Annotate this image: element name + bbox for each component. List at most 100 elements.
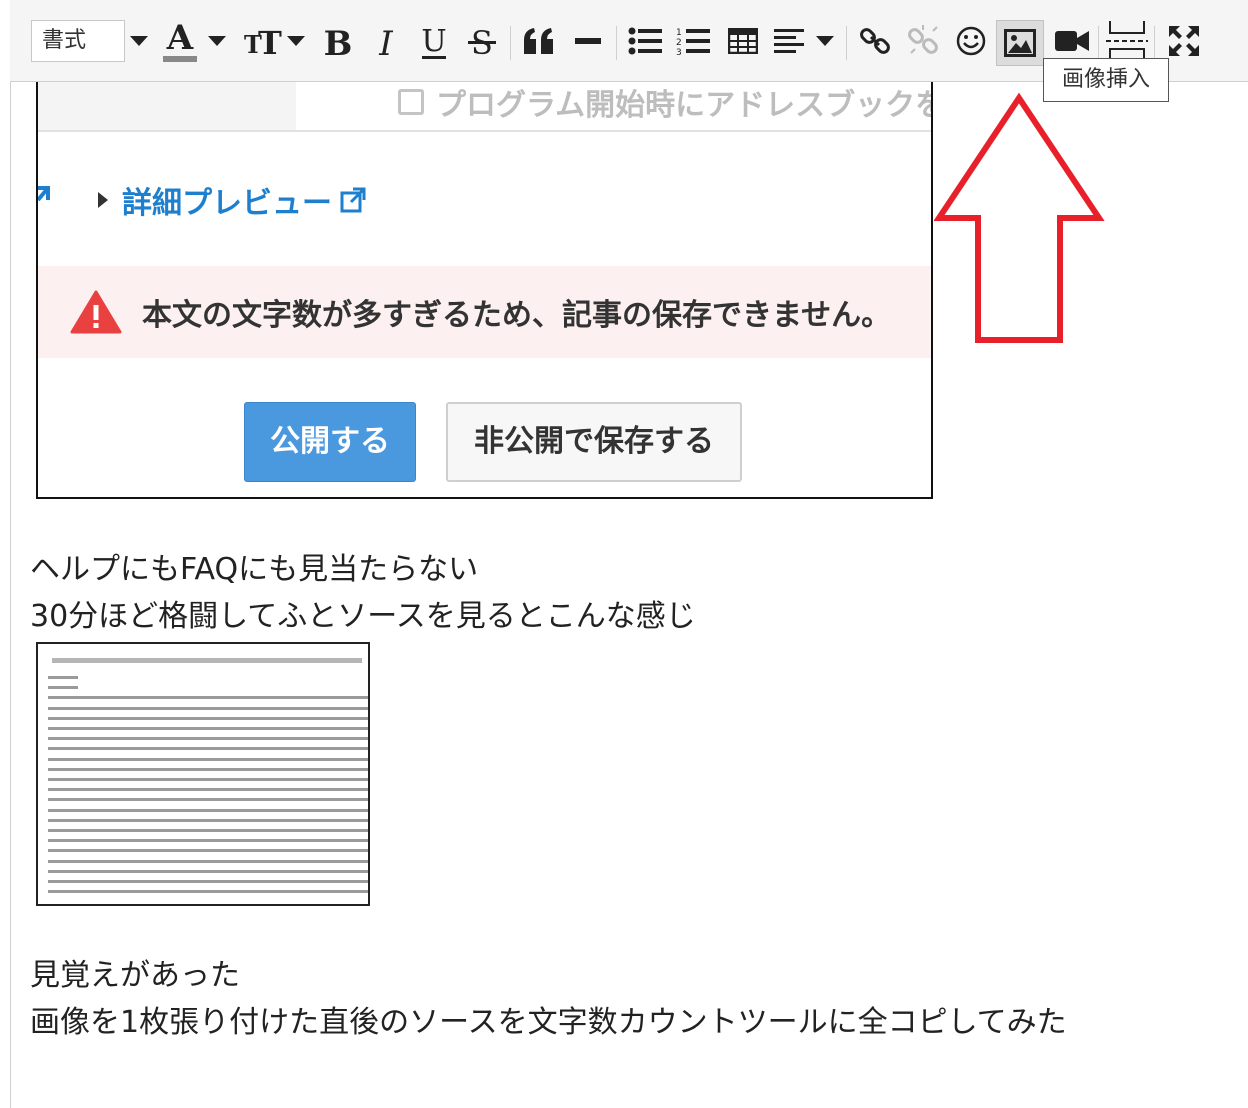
chevron-down-icon — [287, 36, 305, 46]
source-code-line — [48, 706, 368, 710]
numbered-list-icon: 1 2 3 — [676, 28, 710, 56]
source-code-line — [48, 696, 368, 700]
table-button[interactable] — [722, 18, 764, 64]
checkbox-icon — [398, 89, 424, 115]
minus-icon — [575, 38, 601, 44]
body-text-line: ヘルプにもFAQにも見当たらない — [30, 552, 479, 587]
arrow-up-icon — [934, 92, 1105, 343]
chevron-down-icon — [816, 36, 834, 46]
insert-image-button[interactable] — [996, 20, 1044, 66]
error-message: 本文の文字数が多すぎるため、記事の保存できません。 — [142, 298, 892, 333]
underline-icon: U — [421, 24, 447, 59]
toolbar-separator — [510, 26, 511, 60]
strikethrough-icon: S — [468, 24, 496, 61]
bold-icon: B — [324, 24, 353, 61]
align-button[interactable] — [770, 18, 810, 64]
external-link-icon — [38, 186, 50, 202]
body-text-line: 30分ほど格闘してふとソースを見るとこんな感じ — [30, 599, 696, 634]
embedded-screenshot-source-code[interactable] — [36, 642, 370, 906]
source-code-line — [48, 737, 368, 741]
blockquote-button[interactable] — [518, 18, 560, 64]
link-icon — [860, 28, 890, 54]
body-text-line: 画像を1枚張り付けた直後のソースを文字数カウントツールに全コピしてみた — [30, 1005, 1067, 1040]
image-icon — [1004, 29, 1036, 57]
italic-icon: I — [378, 24, 393, 61]
svg-text:I: I — [378, 24, 393, 61]
source-code-line — [48, 716, 368, 720]
source-code-line — [48, 869, 368, 873]
svg-text:B: B — [324, 24, 353, 61]
settings-strip-divider — [38, 130, 931, 132]
font-size-icon: T T — [244, 24, 282, 59]
strikethrough-button[interactable]: S — [462, 18, 502, 64]
font-size-dropdown[interactable] — [284, 18, 308, 64]
detail-preview-link: 詳細プレビュー — [98, 178, 366, 222]
svg-text:U: U — [421, 24, 446, 59]
body-text-line: 見覚えがあった — [30, 958, 240, 993]
detail-preview-label: 詳細プレビュー — [122, 186, 332, 221]
bullet-list-icon — [628, 27, 662, 55]
source-code-line — [52, 658, 362, 663]
fullscreen-icon — [1169, 26, 1199, 56]
error-alert: 本文の文字数が多すぎるため、記事の保存できません。 — [38, 266, 931, 358]
checkbox-label: プログラム開始時にアドレスブックを開 — [436, 88, 933, 123]
underline-button[interactable]: U — [414, 18, 454, 64]
source-code-line — [48, 747, 368, 751]
toolbar-separator — [846, 26, 847, 60]
text-color-dropdown[interactable] — [204, 18, 230, 64]
source-code-line — [48, 676, 78, 679]
settings-strip: プログラム開始時にアドレスブックを開 — [38, 82, 933, 132]
page-break-icon — [1106, 21, 1148, 61]
source-code-line — [48, 727, 368, 730]
source-code-line — [48, 686, 78, 690]
publish-button: 公開する — [244, 402, 416, 482]
toolbar-separator — [1154, 26, 1155, 60]
link-button[interactable] — [854, 18, 896, 64]
chevron-down-icon — [208, 36, 226, 46]
source-code-line — [48, 859, 368, 863]
unlink-button[interactable] — [902, 18, 944, 64]
source-code-line — [48, 818, 368, 822]
svg-text:T: T — [258, 24, 282, 59]
font-size-button[interactable]: T T — [240, 18, 286, 64]
svg-text:3: 3 — [676, 48, 682, 56]
text-color-icon: A — [163, 19, 197, 62]
svg-text:1: 1 — [676, 28, 682, 38]
triangle-right-icon — [98, 192, 108, 208]
toolbar-separator — [1098, 26, 1099, 60]
addressbook-checkbox: プログラム開始時にアドレスブックを開 — [398, 82, 933, 123]
source-code-line — [48, 808, 368, 812]
horizontal-rule-button[interactable] — [568, 18, 608, 64]
smiley-icon — [956, 26, 986, 56]
source-code-line — [48, 890, 368, 894]
quote-icon — [524, 28, 553, 54]
table-icon — [728, 28, 758, 54]
numbered-list-button[interactable]: 1 2 3 — [672, 18, 714, 64]
chevron-down-icon — [130, 36, 148, 46]
svg-text:2: 2 — [676, 38, 682, 48]
unlink-icon — [908, 25, 938, 54]
align-left-icon — [774, 29, 804, 53]
external-link-icon — [340, 187, 366, 213]
format-dropdown-button[interactable] — [126, 18, 152, 64]
source-code-line — [48, 767, 368, 771]
source-code-line — [48, 829, 368, 832]
embedded-screenshot-editor-error[interactable]: プログラム開始時にアドレスブックを開 詳細プレビュー 本文の文字数が多すぎるため… — [36, 82, 933, 499]
save-private-button: 非公開で保存する — [446, 402, 742, 482]
source-code-line — [48, 880, 368, 883]
italic-button[interactable]: I — [366, 18, 406, 64]
source-code-line — [48, 778, 368, 781]
text-color-button[interactable]: A — [160, 18, 200, 64]
warning-icon — [70, 290, 122, 334]
format-select[interactable]: 書式 — [31, 20, 125, 62]
source-code-line — [48, 788, 368, 792]
emoji-button[interactable] — [950, 18, 992, 64]
video-camera-icon — [1055, 31, 1089, 51]
source-code-line — [48, 798, 368, 802]
source-code-line — [48, 849, 368, 853]
svg-text:A: A — [166, 19, 194, 58]
bold-button[interactable]: B — [318, 18, 358, 64]
align-dropdown[interactable] — [812, 18, 838, 64]
settings-strip-left — [38, 82, 296, 130]
bullet-list-button[interactable] — [624, 18, 666, 64]
